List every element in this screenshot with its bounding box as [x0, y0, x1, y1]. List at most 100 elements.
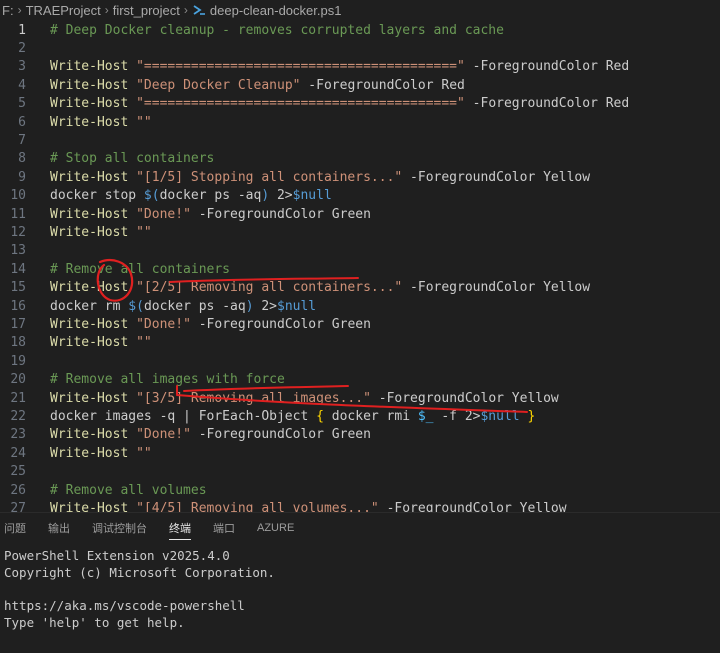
code-line[interactable]: 25 [0, 463, 720, 481]
terminal-line: https://aka.ms/vscode-powershell [4, 598, 245, 614]
code-token: "" [136, 445, 152, 461]
code-token: Write-Host [50, 427, 129, 443]
code-token: -ForegroundColor Yellow [402, 169, 591, 185]
code-token: "" [136, 225, 152, 241]
code-text: Write-Host "" [50, 446, 152, 461]
code-line[interactable]: 23 Write-Host "Done!" -ForegroundColor Gr… [0, 426, 720, 444]
code-line[interactable]: 21 Write-Host "[3/5] Removing all images.… [0, 389, 720, 407]
line-number: 18 [10, 335, 26, 351]
code-token: $null [277, 298, 317, 314]
line-number: 5 [18, 96, 26, 112]
code-line[interactable]: 17 Write-Host "Done!" -ForegroundColor Gr… [0, 315, 720, 333]
panel-tab[interactable]: 端口 [213, 513, 235, 543]
terminal-line: PowerShell Extension v2025.4.0 [4, 548, 230, 563]
code-token: "=======================================… [136, 96, 465, 112]
line-number: 8 [18, 151, 26, 167]
code-token: $( [143, 188, 160, 204]
breadcrumb-folder-first-project[interactable]: first_project [113, 3, 180, 18]
code-text: docker stop $(docker ps -aq) 2>$null [50, 188, 332, 203]
chevron-right-icon: › [183, 3, 188, 17]
line-number: 1 [18, 22, 26, 38]
code-text: # Remove all images with force [50, 372, 285, 387]
line-number: 16 [10, 298, 26, 314]
code-line[interactable]: 6 Write-Host "" [0, 113, 720, 131]
code-text: Write-Host "[4/5] Removing all volumes..… [50, 501, 567, 512]
breadcrumb-file[interactable]: deep-clean-docker.ps1 [210, 3, 342, 18]
code-token: 2> [253, 298, 277, 314]
code-line[interactable]: 5 Write-Host "===========================… [0, 95, 720, 113]
line-number: 7 [18, 133, 26, 149]
code-line[interactable]: 14 # Remove all containers [0, 260, 720, 278]
line-number: 25 [10, 464, 26, 480]
panel-tab[interactable]: 终端 [169, 513, 191, 543]
code-line[interactable]: 20 # Remove all images with force [0, 371, 720, 389]
code-token: docker ps -aq [159, 188, 262, 204]
code-token: docker ps -aq [143, 298, 246, 314]
panel-tab[interactable]: 调试控制台 [92, 513, 147, 543]
terminal-line: Copyright (c) Microsoft Corporation. [4, 564, 275, 580]
code-line[interactable]: 4 Write-Host "Deep Docker Cleanup" -Foreg… [0, 76, 720, 94]
code-line[interactable]: 8 # Stop all containers [0, 150, 720, 168]
code-token: "[1/5] Stopping all containers..." [136, 169, 403, 185]
panel-tab[interactable]: AZURE [257, 513, 294, 543]
code-line[interactable]: 9 Write-Host "[1/5] Stopping all containe… [0, 168, 720, 186]
code-line[interactable]: 24 Write-Host "" [0, 444, 720, 462]
code-line[interactable]: 13 [0, 242, 720, 260]
panel-tab[interactable]: 输出 [48, 513, 70, 543]
terminal-output[interactable]: PowerShell Extension v2025.4.0 Copyright … [0, 548, 720, 653]
code-token: "[4/5] Removing all volumes..." [136, 501, 379, 512]
code-line[interactable]: 1 # Deep Docker cleanup - removes corrupt… [0, 21, 720, 39]
code-line[interactable]: 18 Write-Host "" [0, 334, 720, 352]
chevron-right-icon: › [104, 3, 109, 17]
code-line[interactable]: 15 Write-Host "[2/5] Removing all contain… [0, 279, 720, 297]
code-token: 2> [269, 188, 293, 204]
code-editor[interactable]: 1 # Deep Docker cleanup - removes corrupt… [0, 20, 720, 512]
code-line[interactable]: 16 docker rm $(docker ps -aq) 2>$null [0, 297, 720, 315]
code-line[interactable]: 11 Write-Host "Done!" -ForegroundColor Gr… [0, 205, 720, 223]
breadcrumb-folder-trae[interactable]: TRAEProject [26, 3, 101, 18]
code-line[interactable]: 26 # Remove all volumes [0, 481, 720, 499]
code-text: Write-Host "Done!" -ForegroundColor Gree… [50, 317, 371, 332]
panel-tab[interactable]: 问题 [4, 513, 26, 543]
code-line[interactable]: 12 Write-Host "" [0, 223, 720, 241]
code-token: -ForegroundColor Yellow [370, 390, 559, 406]
terminal-line: Type 'help' to get help. [4, 614, 185, 630]
code-token: ) [245, 298, 254, 314]
code-token: -ForegroundColor Green [190, 206, 371, 222]
code-token: Write-Host [50, 169, 129, 185]
code-token: Write-Host [50, 114, 129, 130]
line-number: 26 [10, 482, 26, 498]
powershell-file-icon [192, 3, 206, 17]
code-token: "" [136, 114, 152, 130]
code-text: Write-Host "============================… [50, 59, 629, 74]
line-number: 6 [18, 114, 26, 130]
code-token: # Remove all containers [50, 261, 231, 277]
line-number: 11 [10, 206, 26, 222]
code-token: -ForegroundColor Red [464, 96, 630, 112]
code-line[interactable]: 27 Write-Host "[4/5] Removing all volumes… [0, 499, 720, 512]
code-line[interactable]: 3 Write-Host "===========================… [0, 58, 720, 76]
breadcrumb-drive[interactable]: F: [2, 3, 14, 18]
code-line[interactable]: 19 [0, 352, 720, 370]
code-token: Write-Host [50, 445, 129, 461]
code-line[interactable]: 7 [0, 131, 720, 149]
breadcrumb: F: › TRAEProject › first_project › deep-… [0, 0, 720, 20]
code-token: { [316, 409, 324, 425]
code-text: Write-Host "[3/5] Removing all images...… [50, 391, 559, 406]
line-number: 24 [10, 445, 26, 461]
code-text: Write-Host "[2/5] Removing all container… [50, 280, 590, 295]
code-token: docker images -q | ForEach-Object [50, 409, 317, 425]
code-token: $( [128, 298, 144, 314]
code-line[interactable]: 22 docker images -q | ForEach-Object { do… [0, 407, 720, 425]
code-line[interactable]: 10 docker stop $(docker ps -aq) 2>$null [0, 187, 720, 205]
code-token: "" [136, 335, 152, 351]
code-line[interactable]: 2 [0, 39, 720, 57]
code-token: } [527, 409, 536, 425]
